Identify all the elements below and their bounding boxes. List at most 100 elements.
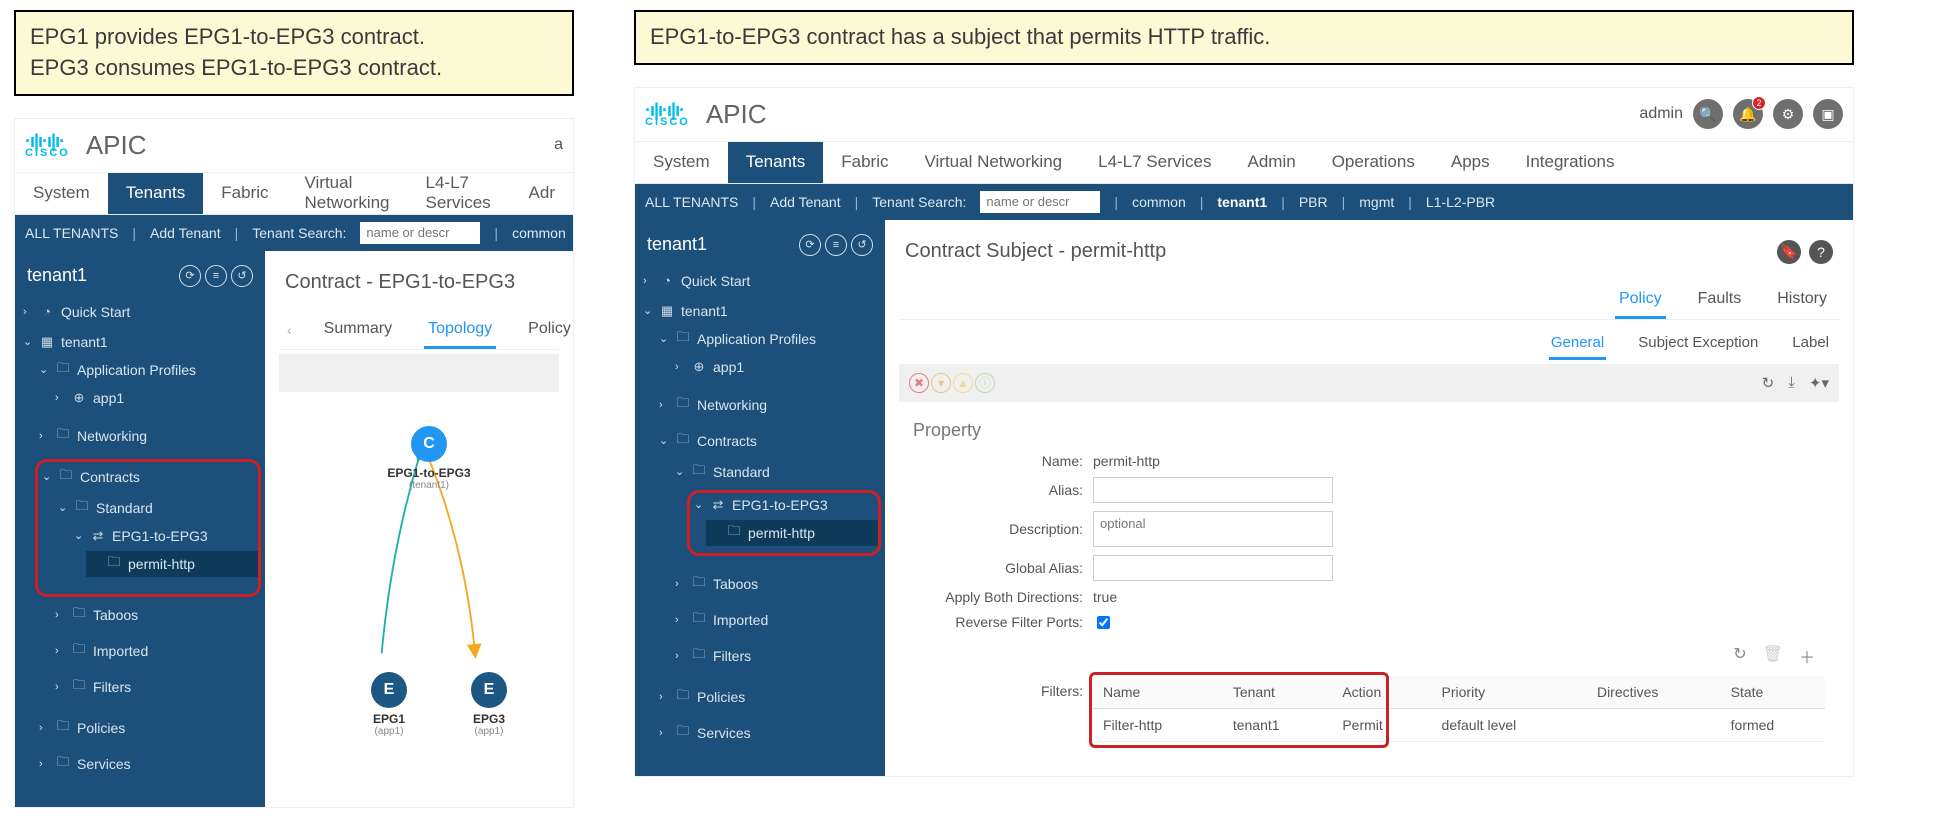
tree-permit-http[interactable]: 🗀permit-http bbox=[86, 551, 258, 577]
global-alias-input[interactable] bbox=[1093, 555, 1333, 581]
node-epg3[interactable]: E bbox=[471, 672, 507, 708]
tab-faults[interactable]: Faults bbox=[1694, 282, 1746, 319]
filters-delete-icon[interactable]: 🗑 bbox=[1763, 644, 1783, 668]
tree-contracts[interactable]: ⌄🗀Contracts bbox=[655, 428, 881, 454]
subtab-subject-exception[interactable]: Subject Exception bbox=[1636, 328, 1760, 360]
fault-summary-icons[interactable]: ✖▾▲ⓘ bbox=[909, 373, 997, 394]
tab-tenants[interactable]: Tenants bbox=[728, 142, 824, 183]
tenant-link-tenant1[interactable]: tenant1 bbox=[1217, 194, 1267, 210]
tree-app-profiles[interactable]: ⌄🗀Application Profiles bbox=[35, 357, 261, 383]
col-tenant[interactable]: Tenant bbox=[1223, 676, 1332, 709]
col-action[interactable]: Action bbox=[1332, 676, 1431, 709]
filters-add-icon[interactable]: ＋ bbox=[1799, 644, 1815, 668]
tab-virtual-networking[interactable]: Virtual Networking bbox=[286, 173, 407, 214]
tree-tenant-root[interactable]: ⌄▦tenant1 bbox=[639, 301, 881, 321]
all-tenants-link[interactable]: ALL TENANTS bbox=[645, 194, 738, 210]
tree-app1[interactable]: ›⊕app1 bbox=[51, 388, 261, 408]
tab-summary[interactable]: Summary bbox=[320, 312, 396, 349]
tree-standard[interactable]: ⌄🗀Standard bbox=[54, 495, 258, 521]
tab-operations[interactable]: Operations bbox=[1314, 142, 1433, 183]
download-icon[interactable]: ⤓ bbox=[1788, 374, 1795, 392]
tree-imported[interactable]: ›🗀Imported bbox=[51, 638, 261, 664]
tree-filters[interactable]: ›🗀Filters bbox=[51, 674, 261, 700]
tab-system[interactable]: System bbox=[635, 142, 728, 183]
tab-topology[interactable]: Topology bbox=[424, 312, 496, 349]
refresh-icon[interactable]: ↻ bbox=[1762, 374, 1775, 392]
add-tenant-link[interactable]: Add Tenant bbox=[150, 225, 221, 241]
tree-policies[interactable]: ›🗀Policies bbox=[655, 684, 881, 710]
folder-icon: 🗀 bbox=[55, 753, 71, 775]
tree-epg1-to-epg3[interactable]: ⌄⇄EPG1-to-EPG3 bbox=[70, 526, 258, 546]
sidebar-tree-mode-icon[interactable]: ⟳ bbox=[799, 234, 821, 256]
tab-history[interactable]: History bbox=[1773, 282, 1831, 319]
subtab-label[interactable]: Label bbox=[1790, 328, 1831, 360]
alias-input[interactable] bbox=[1093, 477, 1333, 503]
alerts-icon[interactable]: 🔔2 bbox=[1733, 99, 1763, 129]
all-tenants-link[interactable]: ALL TENANTS bbox=[25, 225, 118, 241]
description-input[interactable] bbox=[1093, 511, 1333, 547]
tab-apps[interactable]: Apps bbox=[1433, 142, 1508, 183]
apps-icon[interactable]: ▣ bbox=[1813, 99, 1843, 129]
col-name[interactable]: Name bbox=[1093, 676, 1223, 709]
col-directives[interactable]: Directives bbox=[1587, 676, 1721, 709]
tree-taboos[interactable]: ›🗀Taboos bbox=[51, 602, 261, 628]
settings-icon[interactable]: ⚙ bbox=[1773, 99, 1803, 129]
tab-policy[interactable]: Policy bbox=[524, 312, 575, 349]
tree-tenant-root[interactable]: ⌄▦tenant1 bbox=[19, 332, 261, 352]
tree-imported[interactable]: ›🗀Imported bbox=[671, 607, 881, 633]
table-row[interactable]: Filter-http tenant1 Permit default level… bbox=[1093, 708, 1825, 741]
user-label[interactable]: admin bbox=[1639, 105, 1683, 123]
tree-standard[interactable]: ⌄🗀Standard bbox=[671, 459, 881, 485]
sidebar-tree-mode-icon[interactable]: ⟳ bbox=[179, 265, 201, 287]
add-tenant-link[interactable]: Add Tenant bbox=[770, 194, 841, 210]
tab-fabric[interactable]: Fabric bbox=[203, 173, 286, 214]
tab-l4l7[interactable]: L4-L7 Services bbox=[408, 173, 511, 214]
tree-taboos[interactable]: ›🗀Taboos bbox=[671, 571, 881, 597]
tree-quick-start[interactable]: ›◔Quick Start bbox=[639, 271, 881, 291]
tab-integrations[interactable]: Integrations bbox=[1508, 142, 1633, 183]
tab-tenants[interactable]: Tenants bbox=[108, 173, 204, 214]
tab-system[interactable]: System bbox=[15, 173, 108, 214]
tree-epg1-to-epg3[interactable]: ⌄⇄EPG1-to-EPG3 bbox=[690, 495, 878, 515]
tree-networking[interactable]: ›🗀Networking bbox=[35, 423, 261, 449]
tree-app-profiles[interactable]: ⌄🗀Application Profiles bbox=[655, 326, 881, 352]
tree-quick-start[interactable]: ›◔Quick Start bbox=[19, 302, 261, 322]
tenant-link-pbr[interactable]: PBR bbox=[1299, 194, 1328, 210]
subtab-general[interactable]: General bbox=[1549, 328, 1606, 360]
tab-l4l7[interactable]: L4-L7 Services bbox=[1080, 142, 1229, 183]
help-icon[interactable]: ? bbox=[1809, 240, 1833, 264]
tree-permit-http[interactable]: 🗀permit-http bbox=[706, 520, 878, 546]
tree-policies[interactable]: ›🗀Policies bbox=[35, 715, 261, 741]
tenant-link-common[interactable]: common bbox=[512, 225, 566, 241]
sidebar-history-icon[interactable]: ↺ bbox=[851, 234, 873, 256]
tools-icon[interactable]: ✦▾ bbox=[1809, 374, 1829, 392]
tree-services[interactable]: ›🗀Services bbox=[655, 720, 881, 746]
col-priority[interactable]: Priority bbox=[1432, 676, 1587, 709]
tenant-link-l1l2pbr[interactable]: L1-L2-PBR bbox=[1426, 194, 1495, 210]
tenant-search-input[interactable] bbox=[360, 222, 480, 244]
tenant-link-mgmt[interactable]: mgmt bbox=[1359, 194, 1394, 210]
node-epg1[interactable]: E bbox=[371, 672, 407, 708]
reverse-ports-checkbox[interactable] bbox=[1097, 616, 1110, 629]
tenant-link-common[interactable]: common bbox=[1132, 194, 1186, 210]
tenant-search-input[interactable] bbox=[980, 191, 1100, 213]
tree-app1[interactable]: ›⊕app1 bbox=[671, 357, 881, 377]
filters-refresh-icon[interactable]: ↻ bbox=[1733, 644, 1746, 668]
bookmark-icon[interactable]: 🔖 bbox=[1777, 240, 1801, 264]
tree-contracts[interactable]: ⌄🗀Contracts bbox=[38, 464, 258, 490]
tab-virtual-networking[interactable]: Virtual Networking bbox=[906, 142, 1080, 183]
tab-admin[interactable]: Adr bbox=[511, 173, 573, 214]
sidebar-history-icon[interactable]: ↺ bbox=[231, 265, 253, 287]
search-icon[interactable]: 🔍 bbox=[1693, 99, 1723, 129]
node-contract[interactable]: C bbox=[411, 426, 447, 462]
tab-admin[interactable]: Admin bbox=[1230, 142, 1314, 183]
tree-networking[interactable]: ›🗀Networking bbox=[655, 392, 881, 418]
reverse-ports-label: Reverse Filter Ports: bbox=[913, 614, 1093, 630]
tree-filters[interactable]: ›🗀Filters bbox=[671, 643, 881, 669]
col-state[interactable]: State bbox=[1721, 676, 1825, 709]
tab-fabric[interactable]: Fabric bbox=[823, 142, 906, 183]
sidebar-filter-icon[interactable]: ≡ bbox=[825, 234, 847, 256]
sidebar-filter-icon[interactable]: ≡ bbox=[205, 265, 227, 287]
tree-services[interactable]: ›🗀Services bbox=[35, 751, 261, 777]
tab-policy[interactable]: Policy bbox=[1615, 282, 1666, 319]
